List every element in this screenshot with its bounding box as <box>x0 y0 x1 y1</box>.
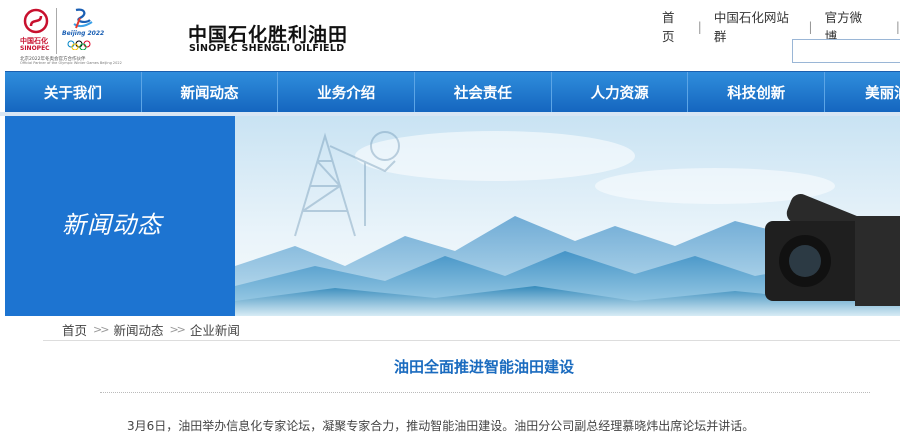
nav-item-responsibility[interactable]: 社会责任 <box>415 72 552 113</box>
nav-item-about[interactable]: 关于我们 <box>5 72 142 113</box>
article-paragraph: 3月6日，油田举办信息化专家论坛，凝聚专家合力，推动智能油田建设。油田分公司副总… <box>127 419 755 433</box>
breadcrumb: 首页 >> 新闻动态 >> 企业新闻 <box>62 320 240 339</box>
article-title: 油田全面推进智能油田建设 <box>393 358 574 376</box>
nav-item-news[interactable]: 新闻动态 <box>142 72 279 113</box>
link-separator: | <box>895 18 900 34</box>
breadcrumb-news[interactable]: 新闻动态 <box>113 320 163 339</box>
banner-image <box>235 116 900 316</box>
main-nav: 关于我们 新闻动态 业务介绍 社会责任 人力资源 科技创新 美丽油 <box>5 71 900 113</box>
breadcrumb-current: 企业新闻 <box>189 323 240 338</box>
sinopec-en-label: SINOPEC <box>20 45 50 52</box>
mountain-landscape-image <box>235 116 900 316</box>
breadcrumb-home[interactable]: 首页 <box>62 320 87 339</box>
breadcrumb-divider <box>43 340 900 341</box>
site-header: 中国石化 SINOPEC Beijing 2022 北京2022年冬奥会官方合作… <box>0 0 900 70</box>
sinopec-logo-icon <box>23 8 49 34</box>
beijing-2022-label: Beijing 2022 <box>62 30 105 37</box>
olympic-rings-icon <box>67 40 91 50</box>
partner-caption-en: Official Partner of the Olympic Winter G… <box>20 61 122 65</box>
section-banner-title: 新闻动态 <box>62 211 162 239</box>
title-divider <box>100 392 870 393</box>
nav-item-technology[interactable]: 科技创新 <box>688 72 826 113</box>
logo-divider <box>56 8 57 54</box>
nav-item-hr[interactable]: 人力资源 <box>552 72 689 113</box>
breadcrumb-separator: >> <box>169 323 185 336</box>
nav-item-beautiful-oilfield[interactable]: 美丽油 <box>825 72 900 113</box>
search-input[interactable] <box>792 39 900 63</box>
brand-name-en: SINOPEC SHENGLI OILFIELD <box>189 43 345 54</box>
breadcrumb-separator: >> <box>93 323 109 336</box>
nav-item-business[interactable]: 业务介绍 <box>278 72 416 113</box>
top-link-home[interactable]: 首页 <box>650 7 698 45</box>
